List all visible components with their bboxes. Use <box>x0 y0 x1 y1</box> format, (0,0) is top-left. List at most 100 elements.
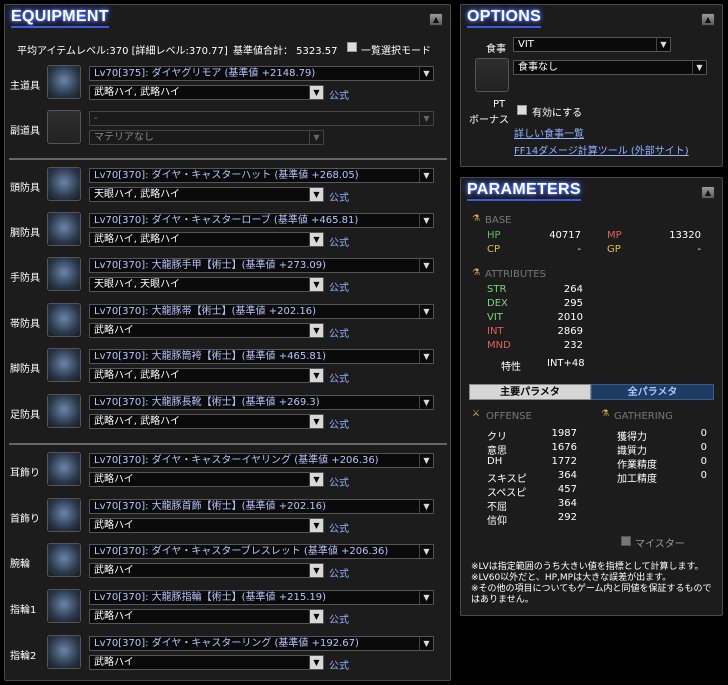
slot-materia-value: 武略ハイ <box>94 474 134 485</box>
ring-icon[interactable] <box>47 589 81 623</box>
official-link[interactable]: 公式 <box>329 279 349 294</box>
gathering-flask-icon: ⚗ <box>601 409 610 419</box>
official-link[interactable]: 公式 <box>329 416 349 431</box>
select-all-mode-checkbox[interactable] <box>347 42 357 52</box>
slot-item-select[interactable]: Lv70[370]: 大龍豚首飾【術士】(基準値 +202.16) ▼ <box>89 499 434 514</box>
slot-item-value: Lv70[375]: ダイヤグリモア (基準値 +2148.79) <box>94 68 316 79</box>
equipment-collapse-button[interactable]: ▲ <box>429 13 443 26</box>
official-link[interactable]: 公式 <box>329 189 349 204</box>
hp-label: HP <box>487 230 501 241</box>
official-link[interactable]: 公式 <box>329 234 349 249</box>
hat-icon[interactable] <box>47 167 81 201</box>
slot-materia-select[interactable]: 武略ハイ ▼ <box>89 518 324 533</box>
offense-stat-value: 457 <box>557 484 577 495</box>
offense-stat-value: 364 <box>557 470 577 481</box>
tab-all-params[interactable]: 全パラメタ <box>591 384 714 400</box>
offense-stat-label: 不屈 <box>487 502 507 513</box>
slot-item-value: Lv70[370]: ダイヤ・キャスターリング (基準値 +192.67) <box>94 638 359 649</box>
slot-item-select[interactable]: Lv70[375]: ダイヤグリモア (基準値 +2148.79) ▼ <box>89 66 434 81</box>
slot-item-select[interactable]: Lv70[370]: 大龍豚手甲【術士】(基準値 +273.09) ▼ <box>89 258 434 273</box>
slot-label: 首飾り <box>10 514 40 525</box>
food-stat-value: VIT <box>518 39 534 50</box>
offense-stat-label: 意思 <box>487 446 507 457</box>
chevron-down-icon: ▼ <box>419 350 433 363</box>
divider-weapons-armor <box>9 158 447 160</box>
mp-value: 13320 <box>669 230 701 241</box>
chevron-down-icon: ▼ <box>419 169 433 182</box>
damage-calc-tool-link[interactable]: FF14ダメージ計算ツール (外部サイト) <box>514 142 689 157</box>
official-link[interactable]: 公式 <box>329 611 349 626</box>
slot-item-select[interactable]: Lv70[370]: ダイヤ・キャスターローブ (基準値 +465.81) ▼ <box>89 213 434 228</box>
offense-stat-label: スキスピ <box>487 474 527 485</box>
slot-materia-select[interactable]: 武略ハイ ▼ <box>89 472 324 487</box>
slot-materia-select[interactable]: 天眼ハイ, 天眼ハイ ▼ <box>89 277 324 292</box>
slot-label: 帯防具 <box>10 319 40 330</box>
food-select[interactable]: 食事なし ▼ <box>513 60 707 75</box>
slot-item-select[interactable]: Lv70[370]: ダイヤ・キャスターイヤリング (基準値 +206.36) ▼ <box>89 453 434 468</box>
slot-item-select[interactable]: Lv70[370]: 大龍豚長靴【術士】(基準値 +269.3) ▼ <box>89 395 434 410</box>
chevron-down-icon: ▼ <box>309 656 323 669</box>
slot-item-select[interactable]: Lv70[370]: 大龍豚帯【術士】(基準値 +202.16) ▼ <box>89 304 434 319</box>
note-line-4: はありません。 <box>471 595 534 605</box>
gp-label: GP <box>607 244 621 255</box>
boots-icon[interactable] <box>47 394 81 428</box>
slot-materia-value: 武略ハイ, 武略ハイ <box>94 234 180 245</box>
belt-icon[interactable] <box>47 303 81 337</box>
slot-item-select[interactable]: Lv70[370]: ダイヤ・キャスターブレスレット (基準値 +206.36)… <box>89 544 434 559</box>
bracelet-icon[interactable] <box>47 543 81 577</box>
official-link[interactable]: 公式 <box>329 657 349 672</box>
food-list-link[interactable]: 詳しい食事一覧 <box>514 125 584 140</box>
slot-materia-value: 武略ハイ <box>94 520 134 531</box>
slot-materia-value: 武略ハイ <box>94 657 134 668</box>
necklace-icon[interactable] <box>47 498 81 532</box>
offense-stat-value: 1987 <box>551 428 577 439</box>
slot-materia-select[interactable]: 武略ハイ, 武略ハイ ▼ <box>89 85 324 100</box>
parameters-panel: PARAMETERS ▲ ⚗ BASE HP 40717 MP 13320 CP… <box>460 177 723 616</box>
options-collapse-button[interactable]: ▲ <box>701 13 715 26</box>
slot-item-value: Lv70[370]: 大龍豚長靴【術士】(基準値 +269.3) <box>94 397 320 408</box>
ring-icon[interactable] <box>47 635 81 669</box>
avg-item-level: 平均アイテムレベル:370 [詳細レベル:370.77] <box>17 46 228 57</box>
slot-item-select[interactable]: Lv70[370]: 大龍豚指輪【術士】(基準値 +215.19) ▼ <box>89 590 434 605</box>
earring-icon[interactable] <box>47 452 81 486</box>
meister-checkbox[interactable] <box>621 536 631 546</box>
slot-materia-select[interactable]: 武略ハイ ▼ <box>89 323 324 338</box>
slot-materia-select[interactable]: 武略ハイ ▼ <box>89 609 324 624</box>
cp-label: CP <box>487 244 501 255</box>
chevron-down-icon: ▼ <box>309 415 323 428</box>
slot-item-select[interactable]: Lv70[370]: 大龍豚筒袴【術士】(基準値 +465.81) ▼ <box>89 349 434 364</box>
slot-label: 手防具 <box>10 273 40 284</box>
slot-item-select[interactable]: Lv70[370]: ダイヤ・キャスターリング (基準値 +192.67) ▼ <box>89 636 434 651</box>
slot-materia-select[interactable]: 武略ハイ ▼ <box>89 655 324 670</box>
official-link[interactable]: 公式 <box>329 325 349 340</box>
slot-materia-select[interactable]: 武略ハイ, 武略ハイ ▼ <box>89 232 324 247</box>
slot-materia-select[interactable]: 武略ハイ, 武略ハイ ▼ <box>89 368 324 383</box>
slot-item-select[interactable]: Lv70[370]: ダイヤ・キャスターハット (基準値 +268.05) ▼ <box>89 168 434 183</box>
tab-main-params[interactable]: 主要パラメタ <box>469 384 591 400</box>
grimoire-icon[interactable] <box>47 65 81 99</box>
official-link[interactable]: 公式 <box>329 87 349 102</box>
slot-materia-select[interactable]: 武略ハイ, 武略ハイ ▼ <box>89 414 324 429</box>
robe-icon[interactable] <box>47 212 81 246</box>
slot-materia-select[interactable]: 天眼ハイ, 武略ハイ ▼ <box>89 187 324 202</box>
legs-icon[interactable] <box>47 348 81 382</box>
gloves-icon[interactable] <box>47 257 81 291</box>
slot-item-value: Lv70[370]: 大龍豚首飾【術士】(基準値 +202.16) <box>94 501 327 512</box>
total-base-value: 基準値合計： 5323.57 <box>233 46 338 57</box>
chevron-down-icon: ▼ <box>419 500 433 513</box>
slot-materia-select[interactable]: 武略ハイ ▼ <box>89 563 324 578</box>
slot-item-select[interactable]: - ▼ <box>89 111 434 126</box>
parameters-collapse-button[interactable]: ▲ <box>701 186 715 199</box>
official-link[interactable]: 公式 <box>329 474 349 489</box>
food-stat-select[interactable]: VIT ▼ <box>513 37 671 52</box>
official-link[interactable]: 公式 <box>329 370 349 385</box>
official-link[interactable]: 公式 <box>329 520 349 535</box>
official-link[interactable]: 公式 <box>329 565 349 580</box>
offense-stat-value: 292 <box>557 512 577 523</box>
attributes-flask-icon: ⚗ <box>472 268 481 278</box>
pt-bonus-enable-checkbox[interactable] <box>517 105 527 115</box>
empty-slot-icon[interactable] <box>47 110 81 144</box>
cp-value: - <box>577 244 581 255</box>
slot-item-value: Lv70[370]: 大龍豚帯【術士】(基準値 +202.16) <box>94 306 317 317</box>
slot-materia-select[interactable]: マテリアなし ▼ <box>89 130 324 145</box>
